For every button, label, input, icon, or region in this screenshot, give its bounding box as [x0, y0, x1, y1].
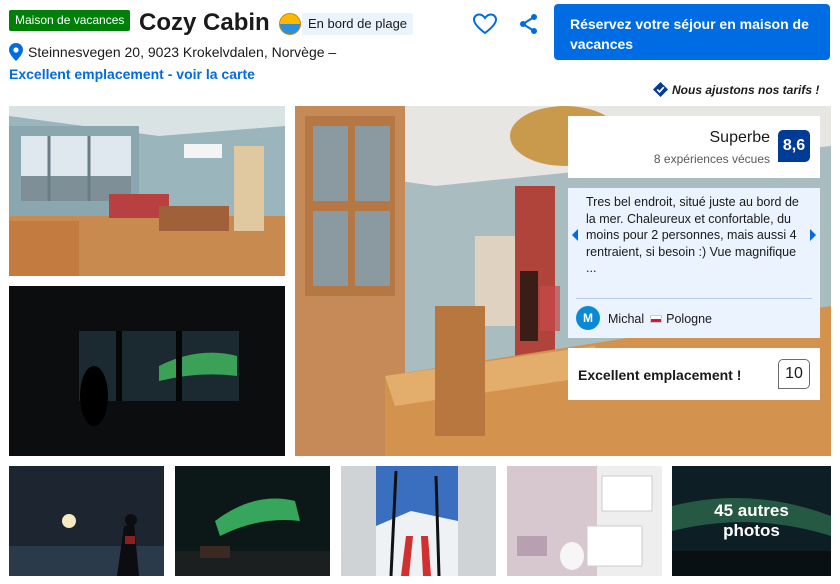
divider [576, 298, 812, 299]
checkmark-badge-icon [653, 82, 668, 97]
photo-ski[interactable] [341, 466, 496, 576]
heart-icon [472, 13, 498, 35]
ski-photo [341, 466, 496, 576]
score-word: Superbe [709, 129, 771, 146]
photo-living-room[interactable] [9, 106, 285, 276]
book-button[interactable]: Réservez votre séjour en maison de vacan… [554, 4, 830, 60]
bathroom-photo [507, 466, 662, 576]
photo-bathroom[interactable] [507, 466, 662, 576]
property-address: Steinnesvegen 20, 9023 Krokelvdalen, Nor… [28, 44, 337, 60]
aurora-window-photo [9, 286, 285, 456]
show-map-link[interactable]: Excellent emplacement - voir la carte [9, 66, 255, 82]
reviewer-info: Michal Pologne [608, 312, 712, 326]
review-text: Tres bel endroit, situé juste au bord de… [586, 195, 799, 275]
photo-moon-person[interactable] [9, 466, 164, 576]
share-icon [520, 14, 537, 34]
save-to-wishlist-button[interactable] [472, 12, 498, 36]
reviewer-name: Michal [608, 312, 645, 326]
property-page: Maison de vacances Cozy Cabin En bord de… [0, 0, 840, 584]
review-snippet: Tres bel endroit, situé juste au bord de… [568, 188, 820, 338]
aurora-cabin-photo [175, 466, 330, 576]
location-score-box: Excellent emplacement ! 10 [568, 348, 820, 400]
beach-icon [279, 13, 301, 35]
more-photos-tile[interactable]: 45 autres photos [672, 466, 831, 576]
chevron-right-icon[interactable] [808, 228, 818, 242]
property-type-badge: Maison de vacances [9, 10, 131, 31]
map-pin-icon [9, 43, 23, 61]
location-label: Excellent emplacement ! [578, 367, 742, 383]
property-title: Cozy Cabin [139, 9, 270, 36]
share-button[interactable] [517, 12, 541, 36]
review-score-badge: 8,6 [778, 130, 810, 162]
review-count: 8 expériences vécues [653, 152, 770, 166]
location-score-badge: 10 [778, 359, 810, 389]
price-match-badge[interactable]: Nous ajustons nos tarifs ! [653, 82, 819, 97]
moon-person-photo [9, 466, 164, 576]
price-match-label: Nous ajustons nos tarifs ! [672, 83, 820, 97]
chevron-left-icon[interactable] [570, 228, 580, 242]
reviewer-country: Pologne [666, 312, 712, 326]
more-photos-label: 45 autres photos [672, 466, 831, 576]
avatar: M [576, 306, 600, 330]
photo-aurora-window[interactable] [9, 286, 285, 456]
beachfront-badge: En bord de plage [302, 13, 414, 35]
poland-flag-icon [650, 315, 663, 323]
score-box[interactable]: Superbe 8 expériences vécues 8,6 [568, 116, 820, 178]
living-room-photo [9, 106, 285, 276]
photo-aurora-cabin[interactable] [175, 466, 330, 576]
